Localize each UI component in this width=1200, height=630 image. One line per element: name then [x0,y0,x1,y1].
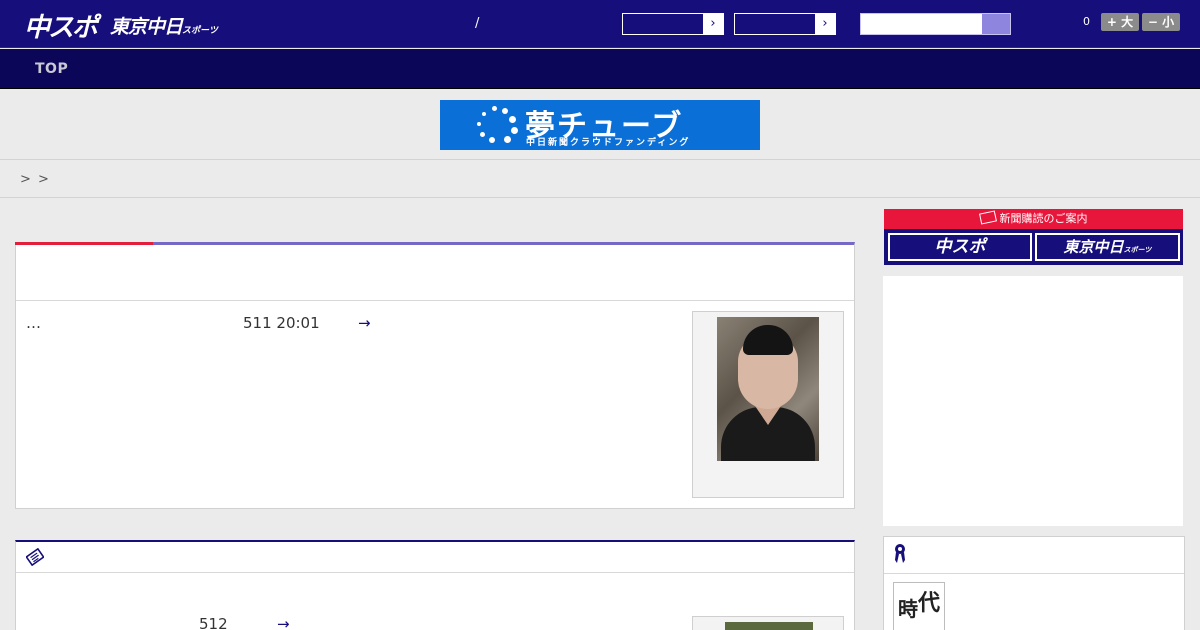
dots-logo-icon [474,104,518,144]
banner-subtitle: 中日新聞クラウドファンディング [526,138,691,148]
breadcrumb-separator: > [20,172,31,187]
global-nav: TOP [0,49,1200,89]
tokyo-logo-small: スポーツ [182,26,218,36]
font-larger-button[interactable]: + 大 [1101,13,1139,31]
banner-area: 夢チューブ 中日新聞クラウドファンディング [0,90,1200,160]
breadcrumb-separator: > [38,172,49,187]
subscription-label: 新聞購読のご案内 [999,212,1088,225]
ranking-card: 時 代 [883,536,1185,630]
category-select-2[interactable]: › [734,13,836,35]
tab-indicator [15,242,153,245]
tokyo-label: 東京中日 [1063,238,1124,256]
font-smaller-button[interactable]: − 小 [1142,13,1180,31]
article-card: … 511 20:01 → [15,242,855,509]
article-excerpt[interactable]: … [26,314,41,332]
ad-slot [883,276,1183,526]
article-thumbnail[interactable] [692,311,844,498]
book-char: 時 [898,597,918,621]
search-input[interactable] [861,14,983,34]
category-select-1[interactable]: › [622,13,724,35]
chuspo-logo[interactable]: 中スポ [24,7,98,44]
chevron-right-icon: › [703,14,723,34]
tokyo-small-label: スポーツ [1123,246,1152,254]
article-date: 511 20:01 [243,314,320,332]
header-separator: / [475,16,480,31]
read-more-arrow-icon[interactable]: → [358,314,371,332]
article-date: 512 [199,615,228,630]
article-thumbnail[interactable] [692,616,844,630]
subscribe-chuspo-button[interactable]: 中スポ [888,233,1032,261]
subscription-header[interactable]: 新聞購読のご案内 [884,209,1183,229]
breadcrumb: > > [0,161,1200,198]
divider [884,573,1184,574]
sumo-wrestler-photo [717,317,819,461]
book-cover[interactable]: 時 代 [893,582,945,630]
read-more-arrow-icon[interactable]: → [277,615,290,630]
thumbnail-photo [725,622,813,630]
divider [16,572,854,573]
font-size-level: 0 [1083,15,1090,28]
divider [16,300,854,301]
nav-item-top[interactable]: TOP [35,61,68,77]
subscribe-tokyo-button[interactable]: 東京中日スポーツ [1035,233,1180,261]
book-char: 代 [918,591,941,616]
search-button[interactable] [982,14,1010,34]
tokyo-logo-text: 東京中日 [110,16,183,38]
chevron-right-icon: › [815,14,835,34]
subscription-box: 新聞購読のご案内 中スポ 東京中日スポーツ [884,209,1183,265]
yume-tube-banner[interactable]: 夢チューブ 中日新聞クラウドファンディング [440,100,760,150]
site-search [860,13,1011,35]
ribbon-icon [895,544,905,563]
site-header: 中スポ 東京中日スポーツ / › › 0 + 大 − 小 [0,0,1200,48]
tokyo-chunichi-logo[interactable]: 東京中日スポーツ [110,12,218,39]
newspaper-icon [26,548,44,566]
article-list-card: 512 → [15,540,855,630]
newspaper-icon [978,210,997,225]
